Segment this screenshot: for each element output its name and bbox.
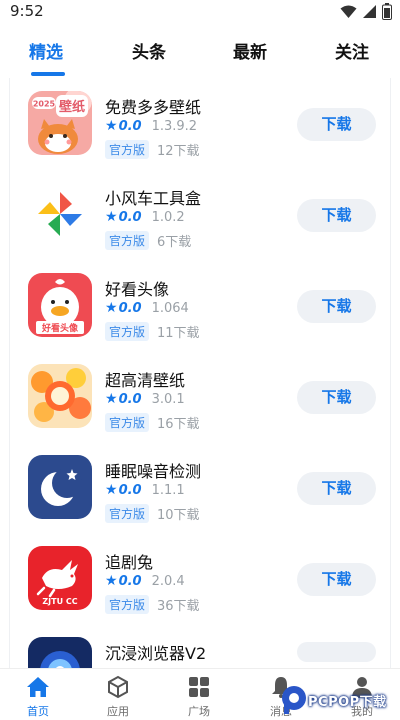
download-count: 16下载 [157, 417, 200, 432]
status-bar: 9:52 [0, 0, 400, 24]
star-icon: ★ [105, 118, 118, 134]
download-button[interactable]: 下载 [297, 199, 376, 232]
app-version: 1.064 [151, 300, 189, 316]
app-rating: ★ 0.0 1.3.9.2 [105, 118, 197, 134]
nav-label: 首页 [27, 705, 49, 718]
app-meta: 官方版 16下载 [105, 413, 200, 432]
browser-icon [28, 637, 92, 668]
official-badge: 官方版 [105, 322, 150, 341]
cat-icon-label: 壁纸 [59, 99, 85, 115]
rating-value: 0.0 [118, 573, 142, 589]
app-version: 1.1.1 [151, 482, 185, 498]
home-icon [27, 677, 49, 697]
nav-label: 广场 [188, 705, 210, 718]
download-count: 10下载 [157, 508, 200, 523]
app-name: 追剧兔 [105, 553, 154, 572]
watermark: PCPOP下载 [278, 681, 400, 719]
app-rating: ★ 0.0 3.0.1 [105, 391, 185, 407]
app-version: 1.0.2 [151, 209, 185, 225]
app-name: 小风车工具盒 [105, 189, 202, 208]
nav-label: 应用 [107, 705, 129, 718]
download-count: 6下载 [157, 235, 192, 250]
download-button[interactable]: 下载 [297, 563, 376, 596]
watermark-text: PCPOP下载 [308, 695, 387, 710]
app-meta: 官方版 36下载 [105, 595, 200, 614]
official-badge: 官方版 [105, 413, 150, 432]
star-icon: ★ [105, 482, 118, 498]
app-rating: ★ 0.0 1.1.1 [105, 482, 185, 498]
official-badge: 官方版 [105, 231, 150, 250]
box-icon [108, 675, 128, 699]
nav-item-home[interactable]: 首页 [8, 669, 68, 720]
list-item[interactable]: ZJTU CC 追剧兔 ★ 0.0 2.0.4 官方版 36下载 下载 [10, 533, 390, 624]
list-item[interactable]: 2025 壁纸 免费多多壁纸 ★ 0.0 1.3.9.2 官方版 12下载 下载 [10, 78, 390, 169]
star-icon: ★ [105, 391, 118, 407]
app-name: 免费多多壁纸 [105, 98, 202, 117]
app-meta: 官方版 6下载 [105, 231, 191, 250]
app-name: 超高清壁纸 [105, 371, 186, 390]
app-rating: ★ 0.0 1.0.2 [105, 209, 185, 225]
rating-value: 0.0 [118, 118, 142, 134]
duck-icon-label: 好看头像 [41, 322, 79, 334]
star-icon: ★ [105, 573, 118, 589]
list-item[interactable]: 好看头像 好看头像 ★ 0.0 1.064 官方版 11下载 下载 [10, 260, 390, 351]
tab-latest[interactable]: 最新 [233, 38, 267, 63]
rating-value: 0.0 [118, 391, 142, 407]
colorful-circles-icon [28, 364, 92, 428]
status-icons [340, 3, 392, 20]
app-meta: 官方版 11下载 [105, 322, 200, 341]
app-meta: 官方版 10下载 [105, 504, 200, 523]
moon-icon [28, 455, 92, 519]
official-badge: 官方版 [105, 595, 150, 614]
app-name: 睡眠噪音检测 [105, 462, 202, 481]
download-count: 12下载 [157, 144, 200, 159]
list-item[interactable]: 睡眠噪音检测 ★ 0.0 1.1.1 官方版 10下载 下载 [10, 442, 390, 533]
app-name: 好看头像 [105, 280, 170, 299]
app-list[interactable]: 2025 壁纸 免费多多壁纸 ★ 0.0 1.3.9.2 官方版 12下载 下载 [9, 78, 391, 668]
app-version: 1.3.9.2 [151, 118, 198, 134]
rating-value: 0.0 [118, 482, 142, 498]
official-badge: 官方版 [105, 140, 150, 159]
rating-value: 0.0 [118, 300, 142, 316]
tab-indicator [31, 72, 65, 76]
duck-avatar-icon: 好看头像 [28, 273, 92, 337]
battery-icon [382, 3, 392, 20]
download-count: 36下载 [157, 599, 200, 614]
star-icon: ★ [105, 300, 118, 316]
top-tabs: 精选 头条 最新 关注 [0, 24, 400, 78]
nav-item-apps[interactable]: 应用 [88, 669, 148, 720]
app-rating: ★ 0.0 2.0.4 [105, 573, 185, 589]
app-name: 沉浸浏览器V2 [105, 644, 207, 663]
download-button[interactable]: 下载 [297, 108, 376, 141]
signal-icon [363, 5, 376, 18]
app-meta: 官方版 12下载 [105, 140, 200, 159]
tab-headlines[interactable]: 头条 [132, 38, 166, 63]
status-time: 9:52 [10, 2, 44, 20]
grid-icon [189, 677, 209, 697]
download-button[interactable]: 下载 [297, 381, 376, 414]
list-item[interactable]: 超高清壁纸 ★ 0.0 3.0.1 官方版 16下载 下载 [10, 351, 390, 442]
star-icon: ★ [105, 209, 118, 225]
app-version: 2.0.4 [151, 573, 185, 589]
list-item[interactable]: 小风车工具盒 ★ 0.0 1.0.2 官方版 6下载 下载 [10, 169, 390, 260]
download-button[interactable]: 下载 [297, 290, 376, 323]
rabbit-icon: ZJTU CC [28, 546, 92, 610]
download-button[interactable]: 下载 [297, 472, 376, 505]
rating-value: 0.0 [118, 209, 142, 225]
app-version: 3.0.1 [151, 391, 185, 407]
nav-item-square[interactable]: 广场 [169, 669, 229, 720]
cat-wallpaper-icon: 2025 壁纸 [28, 91, 92, 155]
tab-featured[interactable]: 精选 [29, 38, 63, 63]
official-badge: 官方版 [105, 504, 150, 523]
cat-icon-year: 2025 [33, 100, 56, 109]
download-count: 11下载 [157, 326, 200, 341]
download-button[interactable] [297, 642, 376, 662]
list-item[interactable]: 沉浸浏览器V2 [10, 624, 390, 668]
pinwheel-icon [28, 182, 92, 246]
tab-following[interactable]: 关注 [335, 38, 369, 63]
wifi-icon [340, 5, 357, 18]
rabbit-icon-label: ZJTU CC [42, 597, 77, 606]
pcpop-logo-icon [282, 686, 306, 714]
app-rating: ★ 0.0 1.064 [105, 300, 189, 316]
